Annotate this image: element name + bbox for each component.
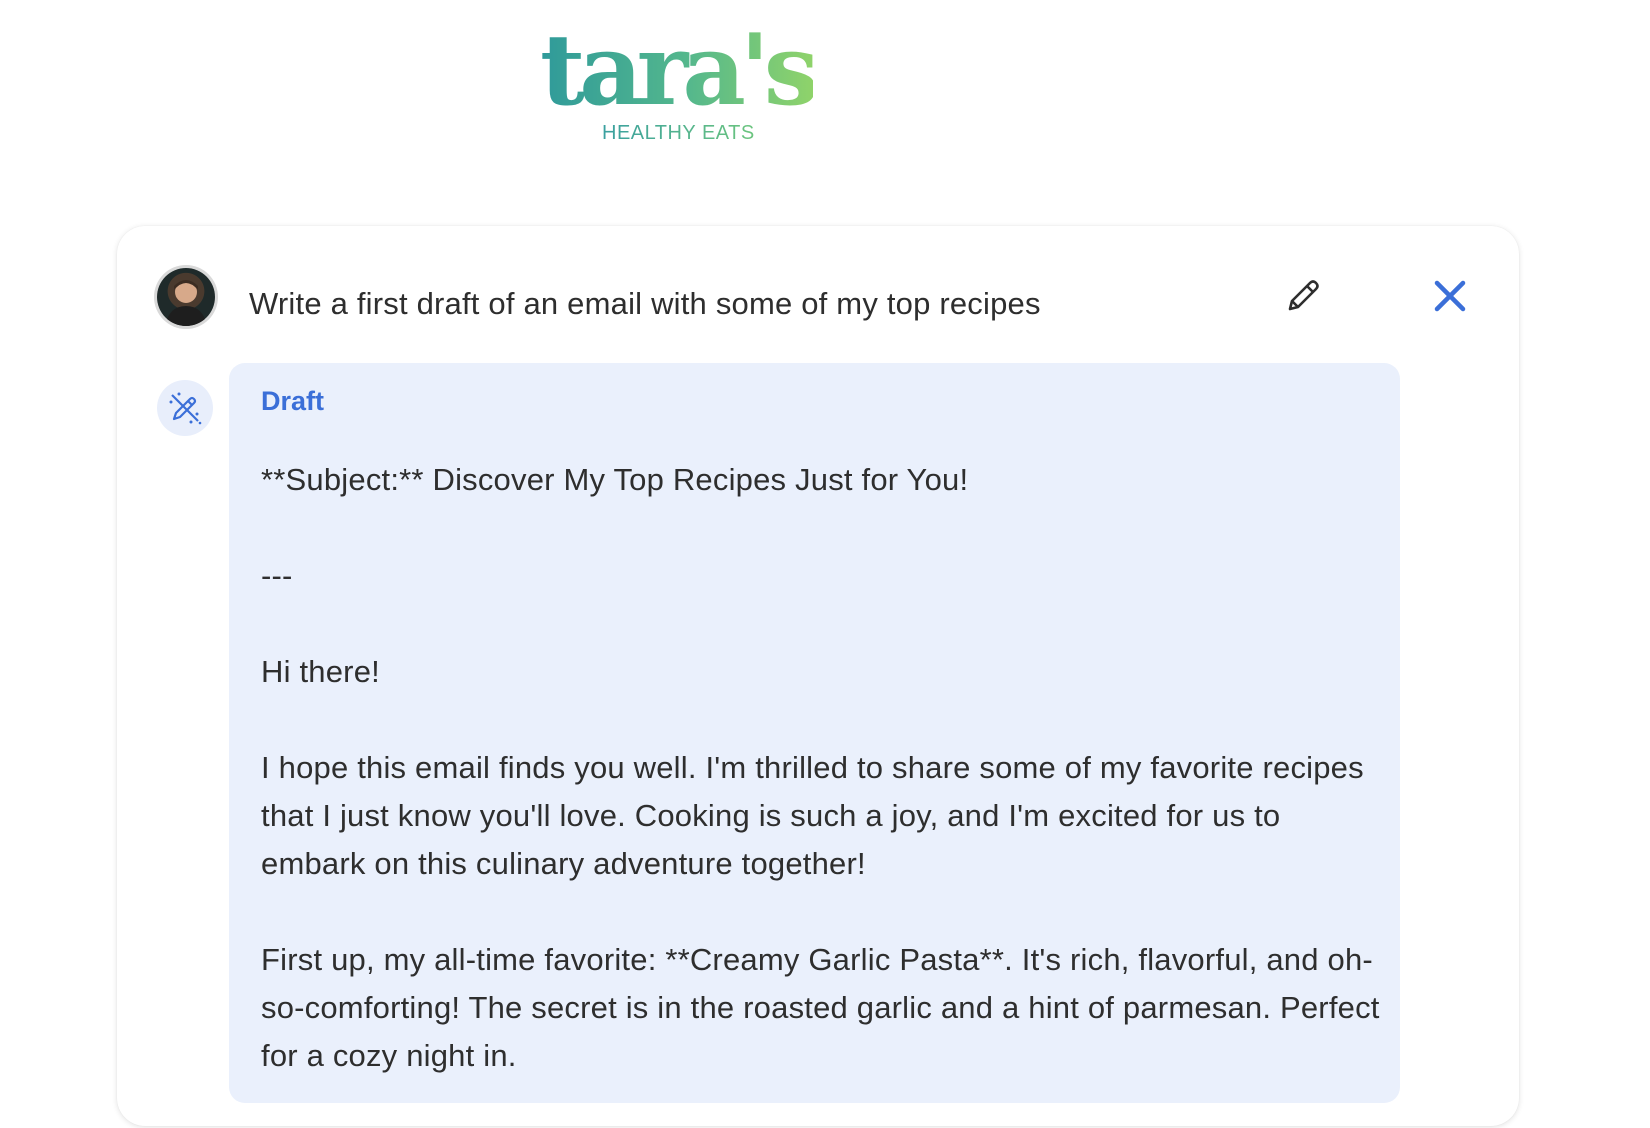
draft-label: Draft [261,386,325,416]
close-button[interactable] [1432,278,1468,314]
draft-divider: --- [261,558,293,593]
draft-body: **Subject:** Discover My Top Recipes Jus… [261,456,1381,1128]
magic-pencil-icon [169,392,202,425]
brand-logo: tara's HEALTHY EATS [540,22,819,152]
draft-greeting: Hi there! [261,654,380,689]
prompt-text: Write a first draft of an email with som… [249,286,1041,321]
edit-prompt-button[interactable] [1281,274,1325,318]
logo-tagline: HEALTHY EATS [602,122,755,144]
logo-wordmark: tara's [540,13,819,128]
pencil-icon [1288,280,1319,311]
close-icon [1434,280,1466,312]
user-avatar [157,268,215,326]
draft-paragraph-intro: I hope this email finds you well. I'm th… [261,750,1364,881]
draft-paragraph-recipe: First up, my all-time favorite: **Creamy… [261,942,1380,1073]
assistant-avatar [157,380,213,436]
draft-subject: **Subject:** Discover My Top Recipes Jus… [261,462,969,497]
